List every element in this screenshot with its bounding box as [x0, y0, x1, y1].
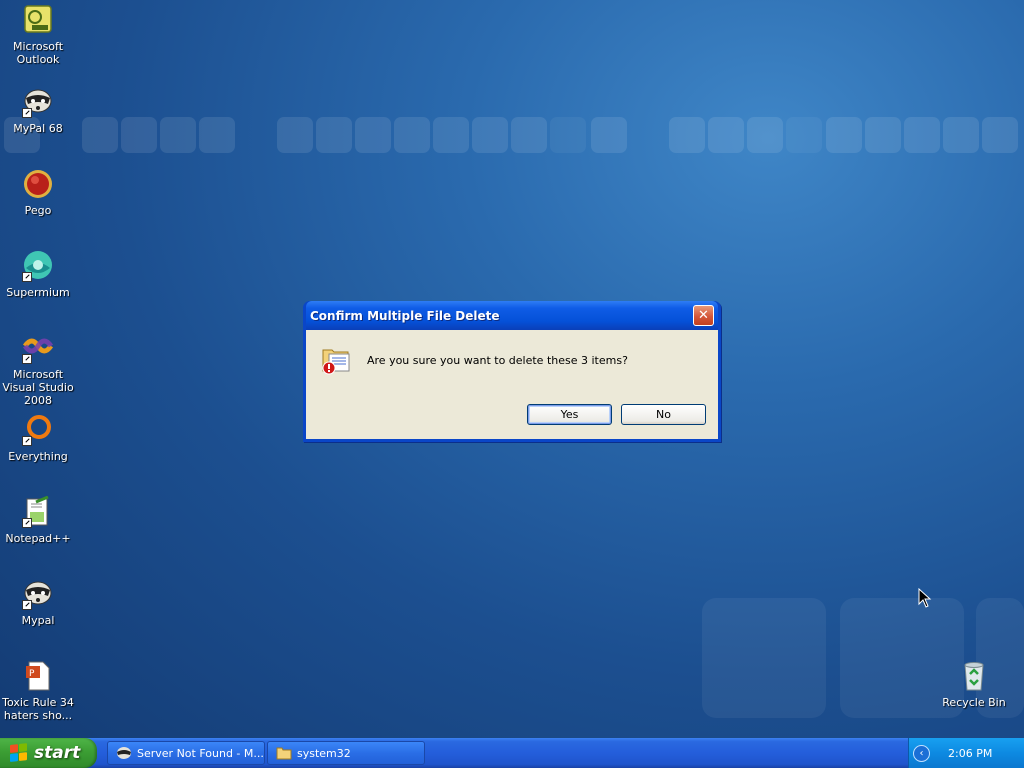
mypal-icon [22, 86, 54, 118]
mypal-icon [22, 578, 54, 610]
recycle-bin-icon [958, 660, 990, 692]
visual-studio-icon [22, 332, 54, 364]
desktop-icon-recycle-bin[interactable]: Recycle Bin [936, 660, 1012, 709]
taskbar-button-system32[interactable]: system32 [267, 741, 425, 765]
desktop-icon-label: Microsoft Outlook [12, 40, 64, 66]
desktop-icon-label: Recycle Bin [942, 696, 1006, 709]
desktop-icon-supermium[interactable]: Supermium [0, 250, 76, 299]
mypal-icon [116, 746, 132, 760]
desktop-icon-visual-studio[interactable]: Microsoft Visual Studio 2008 [0, 332, 76, 407]
close-button[interactable]: ✕ [693, 305, 714, 326]
desktop-icon-powerpoint-file[interactable]: P Toxic Rule 34 haters sho... [0, 660, 76, 722]
desktop-icon-label: Mypal [21, 614, 55, 627]
desktop-icon-label: Toxic Rule 34 haters sho... [2, 696, 74, 722]
desktop-icon-label: Microsoft Visual Studio 2008 [2, 368, 74, 407]
desktop-icon-pego[interactable]: Pego [0, 168, 76, 217]
taskbar-button-label: Server Not Found - M... [137, 746, 264, 760]
dialog-message: Are you sure you want to delete these 3 … [367, 354, 628, 367]
desktop-icon-notepadpp[interactable]: Notepad++ [0, 495, 76, 545]
powerpoint-file-icon: P [22, 660, 54, 692]
windows-logo-icon [10, 743, 28, 763]
taskbar-button-browser[interactable]: Server Not Found - M... [107, 741, 265, 765]
no-button[interactable]: No [621, 404, 706, 425]
supermium-icon [22, 250, 54, 282]
notepadpp-icon [22, 495, 54, 528]
taskbar: start Server Not Found - M... system32 ‹ [0, 738, 1024, 768]
delete-files-warning-icon [320, 343, 354, 377]
clock[interactable]: 2:06 PM [948, 747, 992, 760]
desktop-icon-label: Pego [24, 204, 52, 217]
dialog-title: Confirm Multiple File Delete [310, 308, 500, 323]
dialog-body: Are you sure you want to delete these 3 … [306, 330, 718, 439]
desktop-icon-label: Everything [8, 450, 68, 463]
start-button[interactable]: start [0, 738, 97, 768]
folder-icon [276, 746, 292, 760]
system-tray: ‹ 2:06 PM [908, 738, 1024, 768]
taskbar-button-label: system32 [297, 746, 351, 760]
desktop-icon-label: Notepad++ [5, 532, 71, 545]
desktop-icon-label: Supermium [6, 286, 70, 299]
yes-button[interactable]: Yes [527, 404, 612, 425]
confirm-delete-dialog: Confirm Multiple File Delete ✕ Are you s… [303, 301, 721, 442]
mouse-cursor-icon [918, 588, 932, 608]
desktop-icon-label: MyPal 68 [13, 122, 63, 135]
close-icon: ✕ [698, 308, 709, 323]
start-label: start [34, 743, 81, 763]
everything-icon [22, 414, 54, 446]
show-hidden-icons-button[interactable]: ‹ [913, 744, 930, 762]
chevron-left-icon: ‹ [919, 747, 924, 759]
desktop-icon-mypal[interactable]: Mypal [0, 578, 76, 627]
desktop-icon-outlook[interactable]: Microsoft Outlook [0, 4, 76, 66]
dialog-titlebar[interactable]: Confirm Multiple File Delete ✕ [306, 301, 718, 330]
outlook-icon [22, 4, 54, 36]
desktop-icon-mypal-68[interactable]: MyPal 68 [0, 86, 76, 135]
svg-text:P: P [29, 669, 35, 679]
desktop-icon-everything[interactable]: Everything [0, 414, 76, 463]
pego-icon [22, 168, 54, 200]
